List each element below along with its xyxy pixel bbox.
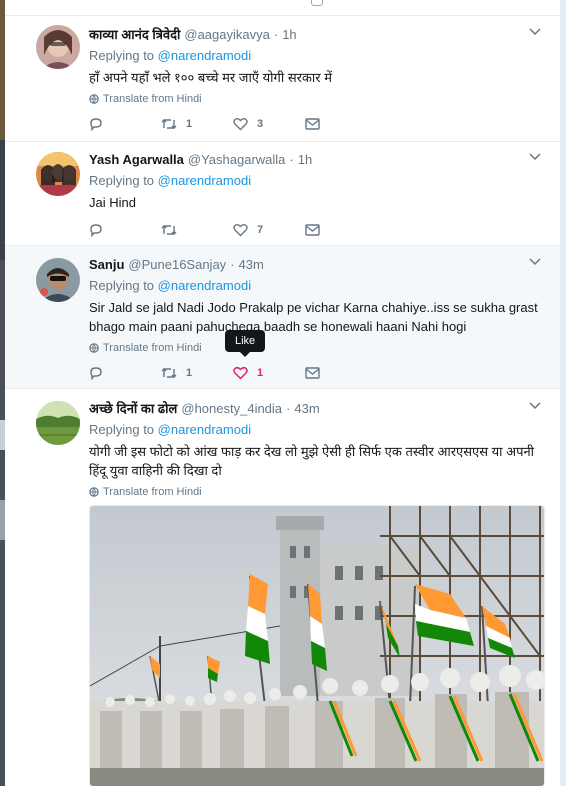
timestamp[interactable]: 43m bbox=[239, 256, 264, 274]
replying-label: Replying to bbox=[89, 422, 155, 437]
separator-dot: · bbox=[273, 27, 279, 42]
replying-to: Replying to @narendramodi bbox=[89, 277, 541, 295]
separator-dot: · bbox=[230, 257, 235, 272]
heart-icon bbox=[233, 366, 248, 380]
replies-timeline: काव्या आनंद त्रिवेदी @aagayikavya · 1h R… bbox=[5, 0, 561, 786]
tweet-text: Sir Jald se jald Nadi Jodo Prakalp pe vi… bbox=[89, 300, 538, 334]
chevron-down-icon[interactable] bbox=[529, 402, 541, 410]
like-button[interactable]: 7 bbox=[233, 223, 305, 237]
retweet-icon bbox=[161, 119, 177, 129]
avatar[interactable] bbox=[36, 258, 80, 302]
user-handle[interactable]: @Yashagarwalla bbox=[188, 151, 286, 169]
user-handle[interactable]: @aagayikavya bbox=[184, 26, 269, 44]
display-name[interactable]: Yash Agarwalla bbox=[89, 151, 184, 169]
tweet-actions: 1 3 bbox=[89, 117, 377, 131]
like-button[interactable]: 1 bbox=[233, 366, 305, 380]
translate-label[interactable]: Translate from Hindi bbox=[103, 486, 202, 498]
heart-icon bbox=[233, 118, 248, 131]
tweet-text: Jai Hind bbox=[89, 195, 136, 210]
avatar[interactable] bbox=[36, 152, 80, 196]
tweet-actions: 1 1 bbox=[89, 366, 377, 380]
dm-icon bbox=[305, 367, 320, 379]
like-button[interactable]: 3 bbox=[233, 117, 305, 131]
retweet-icon bbox=[161, 225, 177, 235]
dm-icon bbox=[305, 224, 320, 236]
reply-icon bbox=[90, 118, 102, 131]
like-tooltip: Like bbox=[225, 330, 266, 357]
display-name[interactable]: काव्या आनंद त्रिवेदी bbox=[89, 26, 180, 44]
tweet-reply[interactable]: Yash Agarwalla @Yashagarwalla · 1h Reply… bbox=[5, 142, 560, 246]
replying-to: Replying to @narendramodi bbox=[89, 421, 541, 439]
reply-icon bbox=[90, 367, 102, 380]
translate-link[interactable]: Translate from Hindi bbox=[89, 486, 541, 498]
tweet-reply[interactable]: अच्छे दिनों का ढोल @honesty_4india · 43m… bbox=[5, 389, 560, 786]
user-handle[interactable]: @Pune16Sanjay bbox=[128, 256, 226, 274]
mention-link[interactable]: @narendramodi bbox=[158, 278, 251, 293]
avatar[interactable] bbox=[36, 25, 80, 69]
dm-icon[interactable] bbox=[311, 0, 323, 6]
retweet-icon bbox=[161, 368, 177, 378]
chevron-down-icon[interactable] bbox=[529, 258, 541, 266]
reply-button[interactable] bbox=[89, 366, 161, 380]
translate-label[interactable]: Translate from Hindi bbox=[103, 93, 202, 105]
replying-label: Replying to bbox=[89, 48, 155, 63]
tweet-reply[interactable]: काव्या आनंद त्रिवेदी @aagayikavya · 1h R… bbox=[5, 17, 560, 142]
translate-label[interactable]: Translate from Hindi bbox=[103, 342, 202, 354]
retweet-count: 1 bbox=[186, 118, 193, 130]
reply-icon bbox=[90, 224, 102, 237]
chevron-down-icon[interactable] bbox=[529, 153, 541, 161]
tweet-photo[interactable] bbox=[89, 505, 545, 786]
translate-link[interactable]: Translate from Hindi bbox=[89, 93, 541, 105]
replying-label: Replying to bbox=[89, 278, 155, 293]
chevron-down-icon[interactable] bbox=[529, 28, 541, 36]
timestamp[interactable]: 43m bbox=[294, 400, 319, 418]
tweet-actions: 7 bbox=[89, 223, 377, 237]
dm-button[interactable] bbox=[305, 366, 377, 380]
separator-dot: · bbox=[286, 401, 291, 416]
mention-link[interactable]: @narendramodi bbox=[158, 48, 251, 63]
globe-icon bbox=[89, 343, 99, 353]
display-name[interactable]: अच्छे दिनों का ढोल bbox=[89, 400, 177, 418]
tweet-text: हाँ अपने यहाँ भले १०० बच्चे मर जाएँ योगी… bbox=[89, 70, 332, 85]
like-count: 3 bbox=[257, 118, 264, 130]
dm-button[interactable] bbox=[305, 223, 377, 237]
like-count: 7 bbox=[257, 224, 264, 236]
globe-icon bbox=[89, 487, 99, 497]
timestamp[interactable]: 1h bbox=[282, 26, 296, 44]
heart-icon bbox=[233, 224, 248, 237]
replying-label: Replying to bbox=[89, 173, 155, 188]
separator-dot: · bbox=[289, 152, 294, 167]
reply-button[interactable] bbox=[89, 223, 161, 237]
tweet-reply[interactable]: Sanju @Pune16Sanjay · 43m Replying to @n… bbox=[5, 246, 560, 389]
avatar[interactable] bbox=[36, 401, 80, 445]
previous-tweet-remnant bbox=[5, 0, 560, 16]
dm-button[interactable] bbox=[305, 117, 377, 131]
translate-link[interactable]: Translate from Hindi bbox=[89, 342, 541, 354]
user-handle[interactable]: @honesty_4india bbox=[181, 400, 282, 418]
like-count: 1 bbox=[257, 367, 264, 379]
tweet-text: योगी जी इस फोटो को आंख फाड़ कर देख लो मु… bbox=[89, 444, 535, 478]
globe-icon bbox=[89, 94, 99, 104]
retweet-count: 1 bbox=[186, 367, 193, 379]
mention-link[interactable]: @narendramodi bbox=[158, 173, 251, 188]
replying-to: Replying to @narendramodi bbox=[89, 47, 541, 65]
display-name[interactable]: Sanju bbox=[89, 256, 124, 274]
retweet-button[interactable] bbox=[161, 223, 233, 237]
dm-icon bbox=[305, 118, 320, 130]
reply-button[interactable] bbox=[89, 117, 161, 131]
retweet-button[interactable]: 1 bbox=[161, 366, 233, 380]
mention-link[interactable]: @narendramodi bbox=[158, 422, 251, 437]
replying-to: Replying to @narendramodi bbox=[89, 172, 541, 190]
retweet-button[interactable]: 1 bbox=[161, 117, 233, 131]
timestamp[interactable]: 1h bbox=[298, 151, 312, 169]
